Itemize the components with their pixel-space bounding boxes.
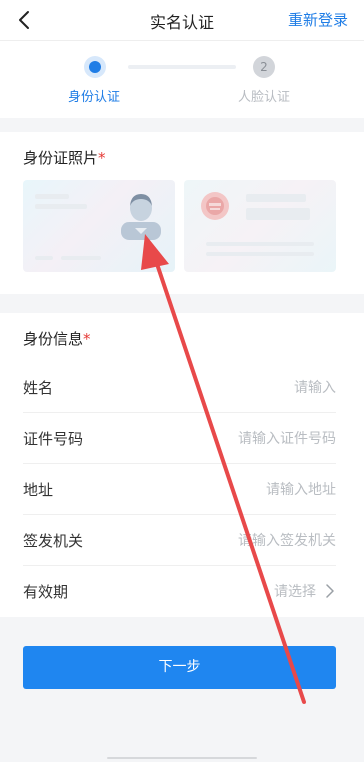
placeholder-line <box>35 256 53 260</box>
validity-period-field[interactable]: 有效期 请选择 <box>23 565 336 616</box>
next-step-button[interactable]: 下一步 <box>23 646 336 689</box>
placeholder-line <box>206 252 314 256</box>
progress-steps: 2 身份认证 人脸认证 <box>0 41 364 118</box>
id-number-input[interactable]: 请输入证件号码 <box>238 428 336 448</box>
id-info-card: 身份信息* 姓名 请输入 证件号码 请输入证件号码 地址 请输入地址 签发机关 … <box>0 313 364 617</box>
required-mark: * <box>98 149 106 167</box>
required-mark: * <box>83 330 91 348</box>
step-1-indicator <box>84 56 106 78</box>
id-info-section-title: 身份信息* <box>23 330 91 348</box>
id-card-front-upload[interactable] <box>23 180 175 272</box>
id-number-field[interactable]: 证件号码 请输入证件号码 <box>23 412 336 464</box>
field-label: 姓名 <box>23 379 54 397</box>
placeholder-line <box>246 194 306 202</box>
step-2-indicator: 2 <box>253 56 275 78</box>
id-card-back-upload[interactable] <box>184 180 336 272</box>
id-photo-section-title: 身份证照片* <box>23 149 106 167</box>
validity-period-select[interactable]: 请选择 <box>274 581 316 601</box>
placeholder-line <box>35 194 69 199</box>
step-1-label: 身份认证 <box>68 90 121 105</box>
name-input[interactable]: 请输入 <box>294 377 336 397</box>
relogin-link[interactable]: 重新登录 <box>288 9 348 30</box>
home-indicator <box>107 757 257 759</box>
name-field[interactable]: 姓名 请输入 <box>23 361 336 413</box>
issuing-authority-field[interactable]: 签发机关 请输入签发机关 <box>23 514 336 566</box>
field-label: 证件号码 <box>23 430 84 448</box>
portrait-silhouette-icon <box>121 194 161 240</box>
top-nav-bar: 实名认证 重新登录 <box>0 0 364 41</box>
address-input[interactable]: 请输入地址 <box>266 479 336 499</box>
field-label: 地址 <box>23 481 54 499</box>
placeholder-line <box>61 256 101 260</box>
national-emblem-icon <box>201 192 229 220</box>
step-2-label: 人脸认证 <box>238 90 291 105</box>
address-field[interactable]: 地址 请输入地址 <box>23 463 336 515</box>
field-label: 签发机关 <box>23 532 84 550</box>
chevron-right-icon <box>326 584 334 598</box>
step-connector <box>128 65 236 69</box>
id-photo-card: 身份证照片* <box>0 132 364 294</box>
field-label: 有效期 <box>23 583 69 601</box>
placeholder-line <box>35 204 87 209</box>
issuing-authority-input[interactable]: 请输入签发机关 <box>238 530 336 550</box>
placeholder-line <box>246 208 310 220</box>
placeholder-line <box>206 242 314 246</box>
